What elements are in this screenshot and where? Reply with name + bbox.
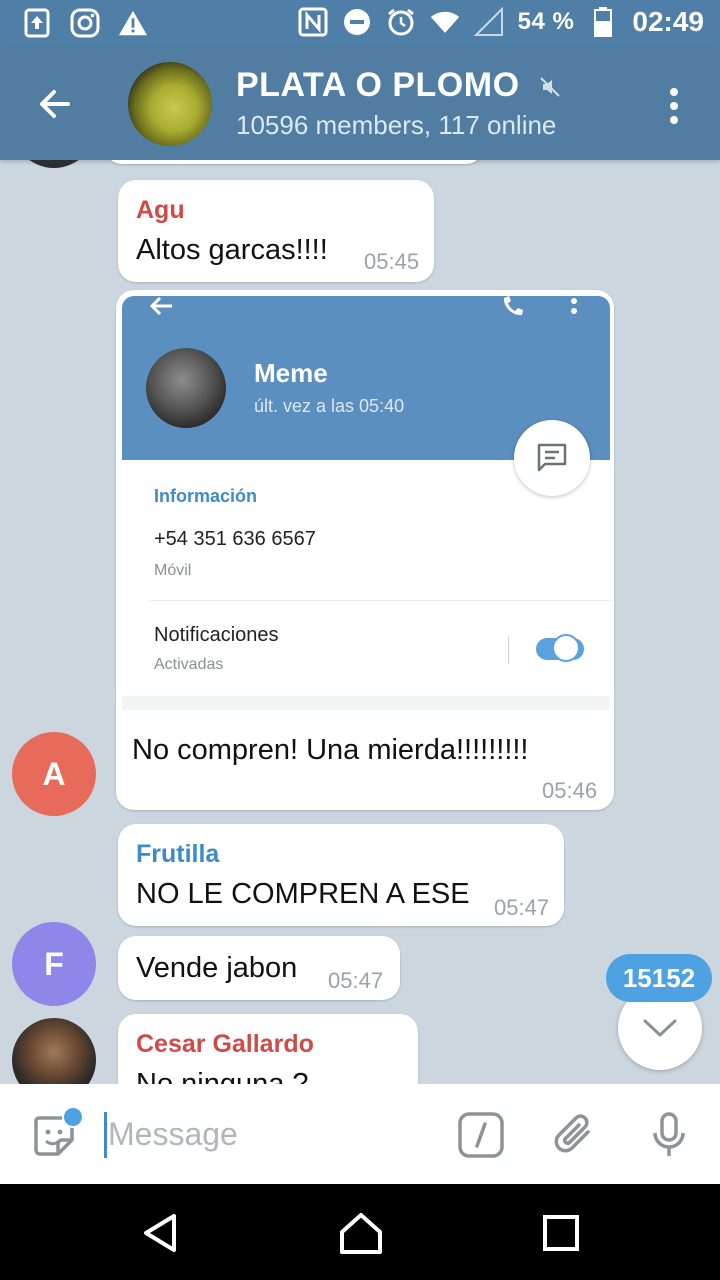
message-text: No ninguna ?	[136, 1068, 309, 1084]
message-bubble[interactable]: Agu Altos garcas!!!! 05:45	[118, 180, 434, 282]
warning-icon	[118, 8, 148, 38]
clock: 02:49	[632, 6, 704, 37]
system-navigation-bar	[0, 1184, 720, 1280]
unread-count-badge[interactable]: 15152	[606, 954, 712, 1002]
message-list[interactable]: Agu Altos garcas!!!! 05:45 Meme últ. vez…	[0, 160, 720, 1084]
screenshot-phone-type: Móvil	[154, 562, 192, 579]
message-text: No compren! Una mierda!!!!!!!!!	[132, 734, 529, 766]
screenshot-phone-number: +54 351 636 6567	[154, 528, 316, 550]
paperclip-icon	[554, 1114, 590, 1153]
battery-percent: 54 %	[517, 8, 575, 35]
screenshot-image[interactable]: Meme últ. vez a las 05:40 Información +5…	[122, 296, 610, 710]
screenshot-more-icon	[571, 298, 577, 314]
message-time: 05:47	[328, 968, 384, 993]
back-arrow-icon	[40, 90, 70, 118]
nav-back-icon	[144, 1214, 176, 1252]
screenshot-toggle-knob	[552, 634, 580, 662]
screenshot-notifications-state: Activadas	[154, 656, 224, 673]
chat-subtitle: 10596 members, 117 online	[236, 110, 557, 140]
chat-title[interactable]: PLATA O PLOMO	[236, 66, 561, 107]
message-text: NO LE COMPREN A ESE	[136, 878, 470, 910]
screenshot-separator	[508, 636, 509, 664]
nav-home-button[interactable]	[336, 1208, 386, 1258]
avatar-letter: F	[44, 945, 64, 982]
screenshot-back-icon	[149, 296, 172, 316]
voice-message-button[interactable]	[644, 1110, 694, 1160]
image-message-bubble[interactable]: Meme últ. vez a las 05:40 Información +5…	[116, 290, 614, 810]
avatar[interactable]	[12, 1018, 96, 1084]
status-bar: 54 % 02:49	[0, 0, 720, 48]
sender-name: Agu	[136, 196, 185, 224]
message-time: 05:45	[364, 249, 420, 274]
group-avatar[interactable]	[128, 62, 212, 146]
microphone-icon	[653, 1112, 685, 1156]
muted-icon	[539, 68, 561, 107]
message-text: Vende jabon	[136, 952, 298, 984]
screenshot-last-seen: últ. vez a las 05:40	[254, 396, 405, 416]
slash-command-icon	[458, 1112, 504, 1158]
text-cursor	[104, 1112, 107, 1158]
message-input-bar: Message	[0, 1084, 720, 1184]
wifi-icon	[430, 7, 460, 37]
chat-title-text: PLATA O PLOMO	[236, 66, 520, 104]
alarm-icon	[386, 7, 416, 37]
nav-recents-icon	[543, 1215, 579, 1251]
screenshot-contact-name: Meme	[254, 358, 328, 388]
nav-back-button[interactable]	[136, 1208, 186, 1258]
battery-icon	[588, 7, 618, 37]
nav-home-icon	[340, 1213, 382, 1254]
message-text: Altos garcas!!!!	[136, 234, 328, 266]
previous-message-bubble[interactable]	[104, 160, 484, 164]
message-bubble[interactable]: Vende jabon 05:47	[118, 936, 400, 1000]
nfc-icon	[298, 7, 328, 37]
sender-name: Cesar Gallardo	[136, 1030, 314, 1058]
screenshot-divider	[150, 600, 610, 601]
screenshot-message-fab	[514, 420, 590, 496]
nav-recents-button[interactable]	[536, 1208, 586, 1258]
instagram-icon	[70, 8, 100, 38]
message-time: 05:47	[494, 895, 550, 920]
message-time: 05:46	[542, 778, 598, 803]
attach-button[interactable]	[550, 1110, 600, 1160]
new-stickers-indicator	[62, 1106, 84, 1128]
sender-name: Frutilla	[136, 840, 220, 868]
screenshot-contact-avatar	[146, 348, 226, 428]
more-options-button[interactable]	[666, 86, 682, 126]
message-bubble[interactable]: Cesar Gallardo No ninguna ?	[118, 1014, 418, 1084]
screenshot-body: Información +54 351 636 6567 Móvil Notif…	[122, 460, 610, 696]
avatar[interactable]: A	[12, 732, 96, 816]
do-not-disturb-icon	[342, 7, 372, 37]
signal-icon	[473, 7, 504, 37]
back-button[interactable]	[30, 80, 78, 128]
screenshot-phone-icon	[503, 296, 523, 316]
chat-header: PLATA O PLOMO 10596 members, 117 online	[0, 48, 720, 160]
avatar[interactable]: F	[12, 922, 96, 1006]
screenshot-info-label: Información	[154, 486, 258, 506]
message-input[interactable]: Message	[108, 1116, 238, 1153]
bot-commands-button[interactable]	[456, 1110, 506, 1160]
upload-icon	[22, 8, 52, 38]
message-icon	[537, 443, 567, 472]
more-vert-icon	[670, 88, 678, 124]
avatar[interactable]	[12, 160, 96, 168]
screenshot-notifications-label: Notificaciones	[154, 624, 279, 646]
chevron-down-icon	[643, 1019, 677, 1037]
message-bubble[interactable]: Frutilla NO LE COMPREN A ESE 05:47	[118, 824, 564, 926]
avatar-letter: A	[42, 755, 66, 792]
